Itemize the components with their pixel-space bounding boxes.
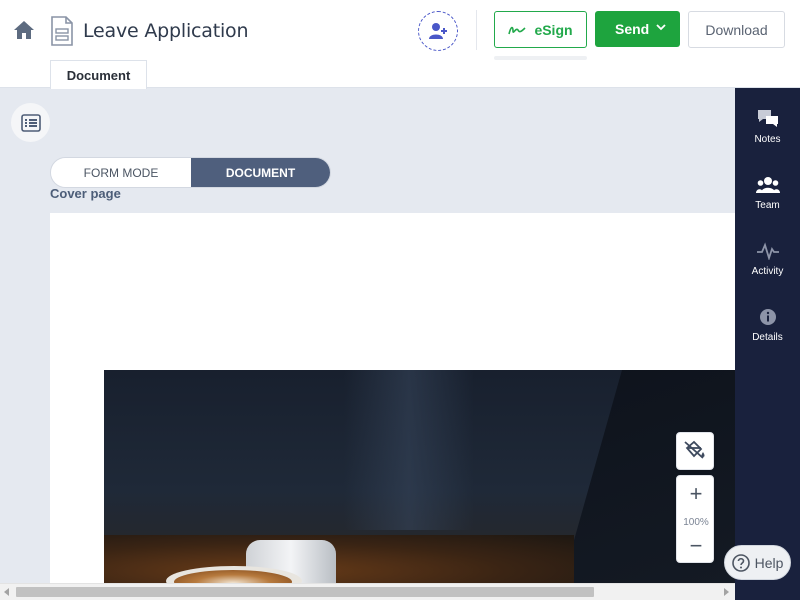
- cover-image: [104, 370, 736, 585]
- esign-button[interactable]: eSign: [494, 11, 587, 48]
- sidebar-label-activity: Activity: [751, 266, 784, 277]
- add-user-button[interactable]: [418, 11, 458, 51]
- mode-toggle: FORM MODE DOCUMENT: [50, 157, 331, 188]
- help-label: Help: [754, 554, 784, 571]
- sidebar-item-activity[interactable]: Activity: [735, 238, 800, 294]
- zoom-in-button[interactable]: +: [677, 480, 715, 508]
- horizontal-scrollbar[interactable]: [0, 583, 735, 600]
- send-button[interactable]: Send: [595, 11, 680, 47]
- form-mode-button[interactable]: FORM MODE: [51, 158, 191, 187]
- sidebar-label-team: Team: [755, 200, 780, 211]
- notes-icon: [757, 110, 778, 127]
- question-icon: [731, 553, 750, 572]
- sidebar-item-details[interactable]: Details: [735, 304, 800, 360]
- help-button[interactable]: Help: [724, 545, 791, 580]
- scroll-right-icon[interactable]: [722, 588, 730, 596]
- document-mode-button[interactable]: DOCUMENT: [191, 158, 330, 187]
- top-header: Leave Application eSign Send Download Do…: [0, 0, 800, 89]
- page-title: Leave Application: [83, 20, 249, 42]
- details-icon: [759, 309, 776, 325]
- download-button[interactable]: Download: [688, 11, 785, 48]
- zoom-out-button[interactable]: −: [677, 532, 715, 560]
- paint-bucket-icon: [684, 440, 705, 459]
- section-label: Cover page: [50, 186, 121, 201]
- sidebar-item-team[interactable]: Team: [735, 172, 800, 228]
- header-divider: [476, 10, 477, 50]
- sidebar-item-notes[interactable]: Notes: [735, 106, 800, 162]
- outline-toggle-button[interactable]: [11, 103, 50, 142]
- esign-underline: [494, 56, 587, 60]
- signature-icon: [508, 26, 527, 34]
- tab-document[interactable]: Document: [50, 60, 147, 89]
- image-wall-highlight: [344, 370, 474, 530]
- scrollbar-thumb[interactable]: [16, 587, 594, 597]
- zoom-level: 100%: [683, 517, 709, 528]
- fill-color-button[interactable]: [676, 432, 714, 470]
- scroll-left-icon[interactable]: [3, 588, 11, 596]
- activity-icon: [756, 242, 779, 260]
- team-icon: [755, 177, 780, 193]
- send-label: Send: [615, 21, 650, 37]
- right-sidebar: Notes Team Activity Details: [735, 88, 800, 600]
- sidebar-label-details: Details: [752, 332, 783, 343]
- chevron-down-icon[interactable]: [656, 24, 666, 31]
- document-page: [50, 213, 736, 585]
- sidebar-label-notes: Notes: [754, 134, 781, 145]
- add-user-icon: [429, 23, 447, 39]
- home-icon[interactable]: [12, 18, 36, 42]
- list-icon: [20, 113, 41, 132]
- zoom-controls: + 100% −: [676, 475, 714, 563]
- document-icon: [50, 16, 74, 46]
- esign-label: eSign: [534, 21, 573, 38]
